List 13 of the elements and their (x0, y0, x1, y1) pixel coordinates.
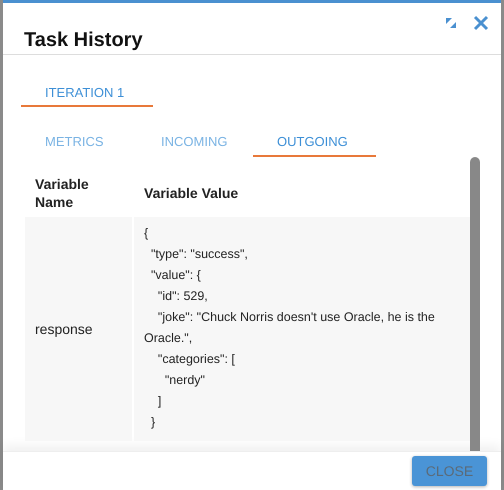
dialog-title: Task History (24, 29, 143, 52)
close-icon[interactable] (473, 15, 489, 31)
resize-icon[interactable] (443, 15, 459, 31)
table-cell: response (25, 217, 132, 441)
scrollbar[interactable] (470, 157, 480, 451)
tab[interactable]: ITERATION 1 (21, 55, 153, 107)
close-button[interactable]: CLOSE (412, 456, 487, 486)
column-header: Variable Name (34, 175, 90, 212)
column-header: Variable Value (143, 184, 240, 203)
tab[interactable]: OUTGOING (253, 111, 376, 157)
tab[interactable]: METRICS (21, 111, 137, 157)
json-value-cell: { "type": "success", "value": { "id": 529, "joke": "Chuck Norris doesn't use Oracle, he is the Oracle.", "categories": [ "nerdy" ] } (134, 217, 471, 441)
tab[interactable]: INCOMING (137, 111, 253, 157)
